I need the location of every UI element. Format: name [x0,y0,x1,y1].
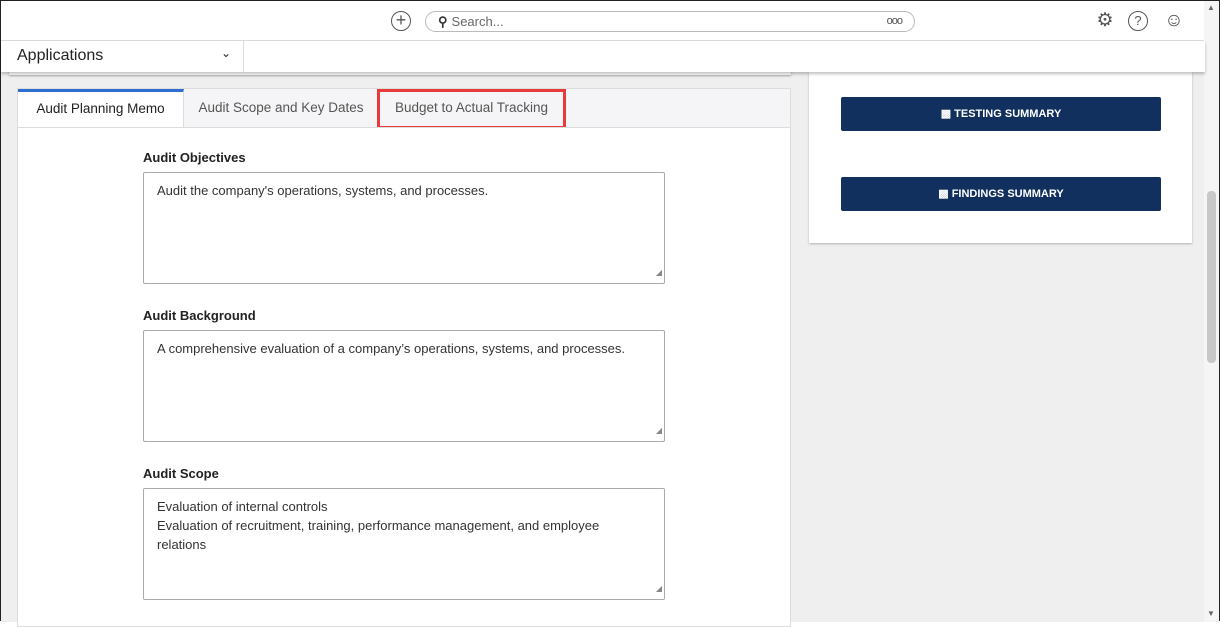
scroll-up-icon[interactable]: ▲ [1207,3,1215,12]
tab-bar: Audit Planning Memo Audit Scope and Key … [17,88,791,129]
tab-budget-to-actual-tracking[interactable]: Budget to Actual Tracking [377,89,566,129]
scrollbar-thumb[interactable] [1207,191,1216,363]
scroll-down-icon[interactable]: ▼ [1207,609,1215,618]
audit-objectives-field: Audit Objectives Audit the company's oper… [143,150,665,284]
chevron-down-icon: ⌄ [220,46,231,60]
field-value: Evaluation of internal controls Evaluati… [157,499,600,552]
testing-summary-button[interactable]: ▩ TESTING SUMMARY [841,97,1161,131]
resize-handle-icon[interactable]: ◢ [656,579,662,598]
audit-background-textarea[interactable]: A comprehensive evaluation of a company’… [143,330,665,442]
field-value: Audit the company's operations, systems,… [157,183,489,198]
help-icon[interactable]: ? [1128,11,1148,31]
tab-audit-planning-memo[interactable]: Audit Planning Memo [18,89,184,129]
button-label: FINDINGS SUMMARY [951,188,1064,200]
findings-summary-button[interactable]: ▩ FINDINGS SUMMARY [841,177,1161,211]
app-bar: Applications ⌄ [1,41,1205,72]
applications-dropdown[interactable]: Applications ⌄ [1,41,244,72]
scrollbar[interactable]: ▲ ▼ [1204,1,1219,622]
add-icon[interactable]: + [391,11,411,31]
search-placeholder: Search... [451,14,504,29]
chart-icon: ▩ [940,108,955,120]
main-content: Audit Planning Memo Audit Scope and Key … [1,62,1205,627]
tab-audit-scope-key-dates[interactable]: Audit Scope and Key Dates [184,89,378,129]
button-label: TESTING SUMMARY [954,108,1062,120]
field-label: Audit Background [143,308,256,323]
gear-icon[interactable]: ⚙ [1094,10,1116,32]
resize-handle-icon[interactable]: ◢ [656,263,662,282]
search-icon: ⚲ [438,14,448,29]
audit-scope-field: Audit Scope Evaluation of internal contro… [143,466,665,600]
top-bar: + ⚲ Search... ooo ⚙ ? ☺ [1,1,1205,41]
field-label: Audit Scope [143,466,219,481]
memo-panel: Audit Objectives Audit the company's oper… [17,127,791,627]
audit-scope-textarea[interactable]: Evaluation of internal controls Evaluati… [143,488,665,600]
user-icon[interactable]: ☺ [1163,10,1185,32]
applications-label: Applications [17,47,104,64]
search-options-icon[interactable]: ooo [887,12,903,31]
summary-card: ▩ TESTING SUMMARY ▩ FINDINGS SUMMARY [809,72,1192,243]
audit-objectives-textarea[interactable]: Audit the company's operations, systems,… [143,172,665,284]
search-input[interactable]: ⚲ Search... ooo [425,11,915,32]
resize-handle-icon[interactable]: ◢ [656,421,662,440]
chart-icon: ▩ [938,188,952,200]
field-label: Audit Objectives [143,150,246,165]
field-value: A comprehensive evaluation of a company’… [157,341,626,356]
audit-background-field: Audit Background A comprehensive evaluati… [143,308,665,442]
